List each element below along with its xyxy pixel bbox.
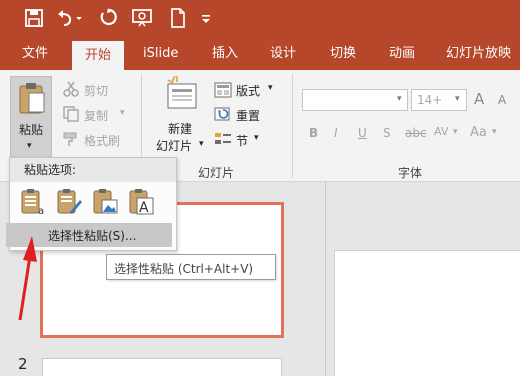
picture-icon[interactable] bbox=[91, 188, 119, 216]
section-dropdown-icon[interactable]: ▾ bbox=[254, 133, 259, 143]
group-divider bbox=[292, 74, 293, 178]
font-group-label: 字体 bbox=[398, 166, 423, 180]
new-slide-dropdown-icon[interactable]: ▾ bbox=[199, 139, 204, 149]
paste-button[interactable]: 粘贴 ▾ bbox=[10, 76, 52, 160]
slides-group-label: 幻灯片 bbox=[198, 166, 235, 180]
svg-text:A: A bbox=[139, 200, 149, 216]
svg-text:a: a bbox=[38, 206, 44, 216]
ribbon-tabs: 文件 开始 iSlide 插入 设计 切换 动画 幻灯片放映 bbox=[0, 38, 520, 70]
redo-icon[interactable] bbox=[96, 6, 120, 30]
customize-qat-icon[interactable] bbox=[198, 6, 214, 30]
selective-paste-tooltip: 选择性粘贴 (Ctrl+Alt+V) bbox=[106, 254, 276, 280]
tab-home[interactable]: 开始 bbox=[72, 41, 125, 70]
format-painter-button[interactable]: 格式刷 bbox=[84, 132, 120, 149]
scissors-icon bbox=[62, 80, 80, 98]
selective-paste-label: 选择性粘贴(S)... bbox=[48, 229, 137, 243]
undo-dropdown-icon[interactable] bbox=[74, 6, 84, 30]
italic-button[interactable]: I bbox=[334, 126, 338, 140]
font-name-select[interactable]: ▾ bbox=[302, 89, 408, 111]
increase-font-size-button[interactable]: A bbox=[474, 90, 484, 108]
new-file-icon[interactable] bbox=[166, 6, 190, 30]
copy-icon bbox=[62, 105, 80, 123]
tab-islide[interactable]: iSlide bbox=[143, 38, 178, 70]
paste-label: 粘贴 bbox=[19, 123, 44, 137]
reset-icon bbox=[214, 106, 232, 122]
font-size-select[interactable]: 14+ ▾ bbox=[411, 89, 467, 111]
layout-button[interactable]: 版式 bbox=[236, 82, 260, 99]
selective-paste-menu-item[interactable]: 选择性粘贴(S)... bbox=[6, 223, 172, 247]
undo-icon[interactable] bbox=[52, 6, 76, 30]
character-spacing-button[interactable]: AV bbox=[434, 125, 448, 138]
use-destination-theme-icon[interactable]: a bbox=[19, 188, 47, 216]
tab-insert[interactable]: 插入 bbox=[212, 38, 238, 70]
section-button[interactable]: 节 bbox=[236, 132, 248, 149]
keep-text-only-icon[interactable]: A bbox=[127, 188, 155, 216]
reset-button[interactable]: 重置 bbox=[236, 107, 260, 124]
decrease-font-size-button[interactable]: A bbox=[498, 93, 506, 107]
layout-icon bbox=[214, 82, 232, 98]
tab-file[interactable]: 文件 bbox=[22, 38, 48, 70]
tab-design[interactable]: 设计 bbox=[270, 38, 296, 70]
paste-options-header: 粘贴选项: bbox=[10, 158, 176, 182]
quick-access-toolbar bbox=[0, 0, 520, 38]
copy-button[interactable]: 复制 bbox=[84, 107, 108, 124]
slide-number-2: 2 bbox=[18, 355, 28, 373]
save-icon[interactable] bbox=[22, 6, 46, 30]
strikethrough-button[interactable]: abc bbox=[405, 126, 427, 140]
tab-animations[interactable]: 动画 bbox=[389, 38, 415, 70]
new-slide-label-2[interactable]: 幻灯片 bbox=[156, 137, 192, 154]
cut-button[interactable]: 剪切 bbox=[84, 82, 108, 99]
font-name-dropdown-icon[interactable]: ▾ bbox=[397, 94, 402, 104]
clipboard-paste-icon bbox=[17, 81, 47, 115]
tooltip-text: 选择性粘贴 (Ctrl+Alt+V) bbox=[114, 262, 254, 276]
tab-transitions[interactable]: 切换 bbox=[330, 38, 356, 70]
slide-editing-canvas[interactable] bbox=[334, 250, 520, 376]
new-slide-label[interactable]: 新建 bbox=[168, 120, 192, 137]
bold-button[interactable]: B bbox=[309, 126, 318, 140]
paste-dropdown-icon[interactable]: ▾ bbox=[27, 141, 32, 151]
underline-button[interactable]: U bbox=[358, 126, 367, 140]
slide-thumbnail-2[interactable] bbox=[42, 358, 282, 376]
font-size-dropdown-icon[interactable]: ▾ bbox=[455, 94, 460, 104]
section-icon bbox=[214, 131, 232, 147]
panel-divider[interactable] bbox=[325, 182, 326, 376]
keep-source-formatting-icon[interactable] bbox=[55, 188, 83, 216]
tab-slideshow[interactable]: 幻灯片放映 bbox=[446, 38, 511, 70]
format-painter-icon bbox=[62, 130, 80, 148]
layout-dropdown-icon[interactable]: ▾ bbox=[268, 83, 273, 93]
copy-dropdown-icon[interactable]: ▾ bbox=[120, 108, 125, 118]
new-slide-icon bbox=[164, 76, 200, 110]
character-spacing-dropdown-icon[interactable]: ▾ bbox=[453, 127, 458, 137]
present-from-beginning-icon[interactable] bbox=[130, 6, 154, 30]
text-shadow-button[interactable]: S bbox=[383, 126, 391, 140]
change-case-button[interactable]: Aa bbox=[470, 125, 487, 140]
change-case-dropdown-icon[interactable]: ▾ bbox=[492, 127, 497, 137]
